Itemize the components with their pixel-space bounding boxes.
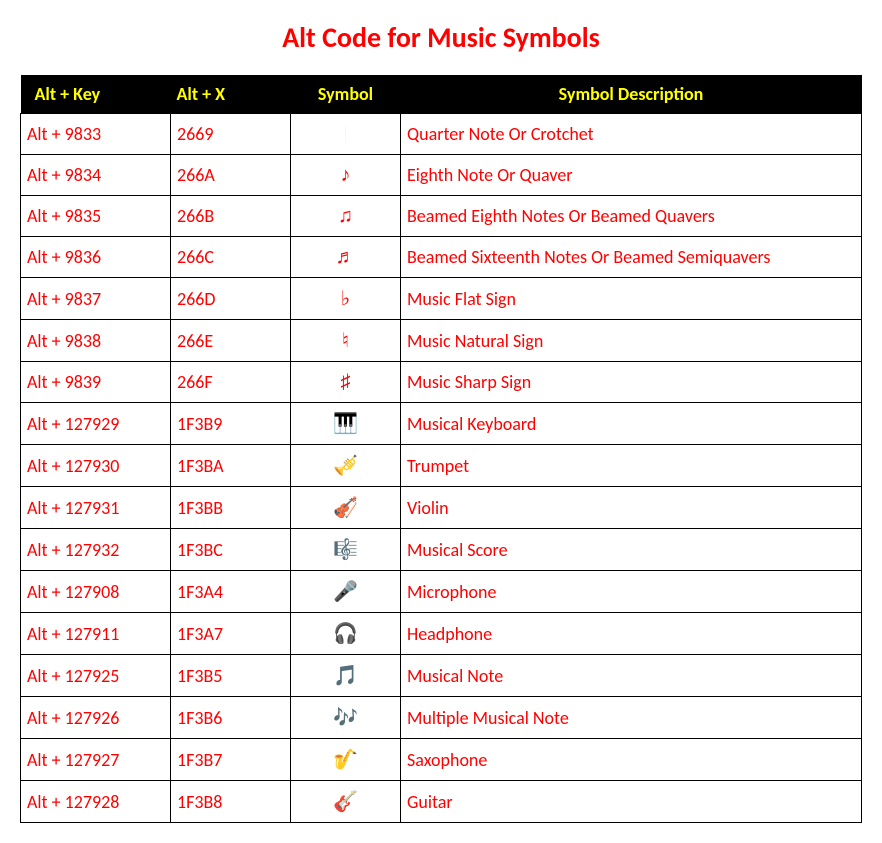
cell-altx: 1F3A4 xyxy=(171,571,291,613)
cell-symbol: 🎸 xyxy=(291,781,401,823)
cell-altkey: Alt + 9838 xyxy=(21,320,171,362)
cell-symbol: ♬ xyxy=(291,237,401,278)
cell-symbol: ♩ xyxy=(291,114,401,155)
cell-altkey: Alt + 127932 xyxy=(21,529,171,571)
cell-altx: 2669 xyxy=(171,114,291,155)
cell-desc: Music Flat Sign xyxy=(401,278,862,320)
cell-altx: 1F3B8 xyxy=(171,781,291,823)
cell-symbol: 🎶 xyxy=(291,697,401,739)
cell-symbol: 🎻 xyxy=(291,487,401,529)
cell-altx: 1F3B6 xyxy=(171,697,291,739)
cell-desc: Music Natural Sign xyxy=(401,320,862,362)
cell-desc: Musical Note xyxy=(401,655,862,697)
cell-desc: Trumpet xyxy=(401,445,862,487)
cell-symbol: 🎺 xyxy=(291,445,401,487)
cell-altx: 1F3B9 xyxy=(171,403,291,445)
header-desc: Symbol Description xyxy=(401,75,862,114)
cell-altx: 1F3BA xyxy=(171,445,291,487)
cell-altx: 1F3BC xyxy=(171,529,291,571)
cell-desc: Headphone xyxy=(401,613,862,655)
cell-altkey: Alt + 127925 xyxy=(21,655,171,697)
cell-desc: Saxophone xyxy=(401,739,862,781)
cell-altkey: Alt + 9835 xyxy=(21,196,171,237)
table-row: Alt + 1279291F3B9🎹Musical Keyboard xyxy=(21,403,862,445)
table-row: Alt + 9835266B♫Beamed Eighth Notes Or Be… xyxy=(21,196,862,237)
header-altx: Alt + X xyxy=(171,75,291,114)
cell-symbol: ♭ xyxy=(291,278,401,320)
cell-altkey: Alt + 127927 xyxy=(21,739,171,781)
table-row: Alt + 1279081F3A4🎤Microphone xyxy=(21,571,862,613)
table-row: Alt + 9836266C♬Beamed Sixteenth Notes Or… xyxy=(21,237,862,278)
table-row: Alt + 1279271F3B7🎷Saxophone xyxy=(21,739,862,781)
table-row: Alt + 1279261F3B6🎶Multiple Musical Note xyxy=(21,697,862,739)
table-row: Alt + 1279311F3BB🎻Violin xyxy=(21,487,862,529)
table-row: Alt + 9839266F♯Music Sharp Sign xyxy=(21,362,862,403)
header-altkey: Alt + Key xyxy=(21,75,171,114)
cell-altx: 266F xyxy=(171,362,291,403)
page-title: Alt Code for Music Symbols xyxy=(20,20,862,55)
cell-symbol: ♯ xyxy=(291,362,401,403)
cell-altx: 266B xyxy=(171,196,291,237)
table-row: Alt + 1279321F3BC🎼Musical Score xyxy=(21,529,862,571)
table-row: Alt + 9838266E♮Music Natural Sign xyxy=(21,320,862,362)
cell-altx: 266A xyxy=(171,155,291,196)
cell-desc: Quarter Note Or Crotchet xyxy=(401,114,862,155)
cell-altkey: Alt + 9833 xyxy=(21,114,171,155)
cell-desc: Microphone xyxy=(401,571,862,613)
table-row: Alt + 1279281F3B8🎸Guitar xyxy=(21,781,862,823)
cell-altkey: Alt + 9839 xyxy=(21,362,171,403)
cell-desc: Music Sharp Sign xyxy=(401,362,862,403)
alt-code-table: Alt + Key Alt + X Symbol Symbol Descript… xyxy=(20,75,862,823)
cell-symbol: 🎼 xyxy=(291,529,401,571)
cell-altkey: Alt + 127911 xyxy=(21,613,171,655)
cell-symbol: ♪ xyxy=(291,155,401,196)
cell-altkey: Alt + 127930 xyxy=(21,445,171,487)
cell-altx: 266C xyxy=(171,237,291,278)
cell-desc: Musical Score xyxy=(401,529,862,571)
cell-altx: 1F3B7 xyxy=(171,739,291,781)
table-row: Alt + 1279301F3BA🎺Trumpet xyxy=(21,445,862,487)
cell-symbol: 🎵 xyxy=(291,655,401,697)
cell-symbol: ♫ xyxy=(291,196,401,237)
cell-altx: 1F3B5 xyxy=(171,655,291,697)
cell-altkey: Alt + 9836 xyxy=(21,237,171,278)
cell-altx: 266D xyxy=(171,278,291,320)
cell-desc: Eighth Note Or Quaver xyxy=(401,155,862,196)
cell-altkey: Alt + 127929 xyxy=(21,403,171,445)
cell-altkey: Alt + 127908 xyxy=(21,571,171,613)
cell-desc: Multiple Musical Note xyxy=(401,697,862,739)
cell-desc: Beamed Sixteenth Notes Or Beamed Semiqua… xyxy=(401,237,862,278)
table-body: Alt + 98332669♩Quarter Note Or CrotchetA… xyxy=(21,114,862,823)
table-row: Alt + 9837266D♭Music Flat Sign xyxy=(21,278,862,320)
cell-symbol: 🎤 xyxy=(291,571,401,613)
cell-symbol: 🎧 xyxy=(291,613,401,655)
table-row: Alt + 98332669♩Quarter Note Or Crotchet xyxy=(21,114,862,155)
table-row: Alt + 1279251F3B5🎵Musical Note xyxy=(21,655,862,697)
cell-altkey: Alt + 9834 xyxy=(21,155,171,196)
cell-altx: 1F3A7 xyxy=(171,613,291,655)
cell-altkey: Alt + 127928 xyxy=(21,781,171,823)
header-symbol: Symbol xyxy=(291,75,401,114)
table-header-row: Alt + Key Alt + X Symbol Symbol Descript… xyxy=(21,75,862,114)
cell-desc: Beamed Eighth Notes Or Beamed Quavers xyxy=(401,196,862,237)
cell-symbol: 🎷 xyxy=(291,739,401,781)
cell-symbol: ♮ xyxy=(291,320,401,362)
cell-altx: 266E xyxy=(171,320,291,362)
cell-altx: 1F3BB xyxy=(171,487,291,529)
table-row: Alt + 9834266A♪Eighth Note Or Quaver xyxy=(21,155,862,196)
cell-altkey: Alt + 127926 xyxy=(21,697,171,739)
table-row: Alt + 1279111F3A7🎧Headphone xyxy=(21,613,862,655)
cell-desc: Guitar xyxy=(401,781,862,823)
cell-symbol: 🎹 xyxy=(291,403,401,445)
cell-altkey: Alt + 9837 xyxy=(21,278,171,320)
cell-desc: Musical Keyboard xyxy=(401,403,862,445)
cell-altkey: Alt + 127931 xyxy=(21,487,171,529)
cell-desc: Violin xyxy=(401,487,862,529)
